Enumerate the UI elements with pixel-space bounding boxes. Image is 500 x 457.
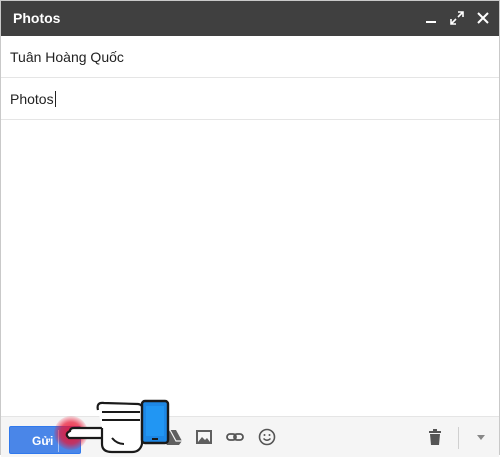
expand-icon[interactable] (449, 10, 465, 26)
emoji-icon[interactable] (257, 427, 277, 447)
pointing-hand-icon (65, 399, 170, 454)
minimize-icon[interactable] (423, 10, 439, 26)
compose-titlebar: Photos (1, 1, 499, 36)
recipient-value: Tuân Hoàng Quốc (10, 49, 124, 65)
phone-icon (140, 399, 170, 445)
compose-title: Photos (13, 10, 61, 26)
text-cursor (54, 91, 56, 107)
trash-icon[interactable] (425, 427, 445, 447)
close-icon[interactable] (475, 10, 491, 26)
photo-icon[interactable] (194, 427, 214, 447)
recipient-field[interactable]: Tuân Hoàng Quốc (1, 36, 499, 78)
message-body-area[interactable] (1, 120, 499, 415)
compose-window: Photos Tuân Hoàng Quốc Photos Gửi (0, 0, 500, 457)
subject-field[interactable]: Photos (1, 78, 499, 120)
more-options-icon[interactable] (471, 427, 491, 447)
send-button-label: Gửi (32, 434, 54, 448)
link-icon[interactable] (225, 427, 245, 447)
toolbar-divider (458, 427, 459, 449)
window-controls (423, 10, 491, 26)
subject-value: Photos (10, 91, 54, 107)
